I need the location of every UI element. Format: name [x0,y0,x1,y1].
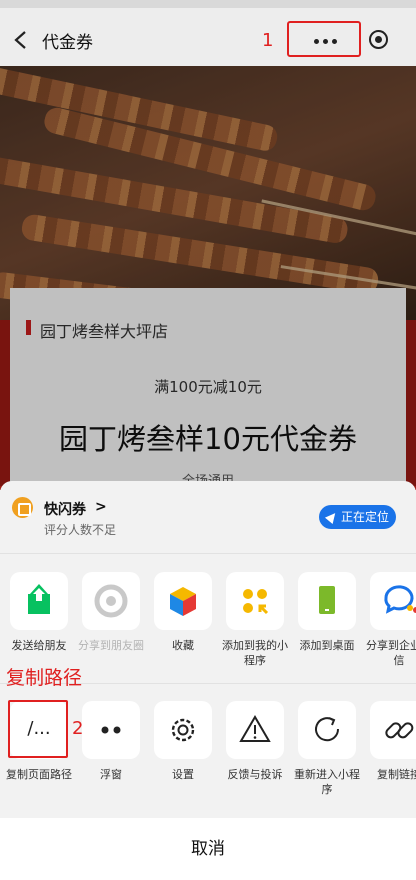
location-label: 正在定位 [341,510,390,524]
moments-icon [82,572,140,630]
page-title: 代金券 [42,33,93,53]
location-button[interactable]: 正在定位 [319,505,396,529]
option-label: 反馈与投诉 [227,768,283,781]
phone-desktop-icon [298,572,356,630]
divider [0,553,416,554]
copy-link-option[interactable]: 复制链接 [363,701,416,782]
overlay-mask[interactable] [0,66,416,486]
option-label: 发送给朋友 [11,639,67,652]
wecom-icon [370,572,416,630]
gear-icon [154,701,212,759]
back-arrow-icon[interactable] [12,30,30,50]
share-arrow-icon [10,572,68,630]
settings-option[interactable]: 设置 [147,701,219,782]
more-menu-button[interactable] [287,21,361,57]
app-logo-icon [12,497,33,518]
chevron-right-icon[interactable]: > [95,499,107,515]
option-label: 重新进入小程序 [294,768,360,796]
link-icon [370,701,416,759]
float-window-icon [82,701,140,759]
annotation-highlight-box [8,700,68,758]
favorite-cube-icon [154,572,212,630]
send-to-friend-option[interactable]: 发送给朋友 [3,572,75,653]
option-label: 添加到桌面 [299,639,355,652]
close-mini-program-icon[interactable] [369,30,388,49]
option-label: 浮窗 [100,768,122,781]
reenter-mini-program-option[interactable]: 重新进入小程序 [291,701,363,797]
more-icon-dot [332,39,337,44]
reload-icon [298,701,356,759]
more-icon [314,39,319,44]
app-rating: 评分人数不足 [44,523,117,537]
float-window-option[interactable]: 浮窗 [75,701,147,782]
feedback-option[interactable]: 反馈与投诉 [219,701,291,782]
option-label: 复制页面路径 [6,768,72,781]
warning-icon [226,701,284,759]
mini-program-info[interactable]: 快闪券 > 评分人数不足 正在定位 [0,481,416,553]
annotation-step-2: 2 [72,718,84,739]
add-to-my-mini-programs-option[interactable]: 添加到我的小程序 [219,572,291,668]
option-label: 添加到我的小程序 [222,639,288,667]
location-arrow-icon [324,509,340,525]
annotation-callout: 复制路径 [6,667,83,689]
option-label: 复制链接 [377,768,416,781]
option-label: 收藏 [172,639,194,652]
annotation-step-1: 1 [262,30,274,51]
add-to-desktop-option[interactable]: 添加到桌面 [291,572,363,653]
more-icon-dot [323,39,328,44]
cancel-button[interactable]: 取消 [0,818,416,880]
status-bar [0,0,416,8]
favorite-option[interactable]: 收藏 [147,572,219,653]
share-to-moments-option[interactable]: 分享到朋友圈 [75,572,147,653]
option-label: 设置 [172,768,194,781]
navigation-bar: 代金券 1 [0,0,416,66]
option-label: 分享到企业微信 [366,639,416,667]
option-label: 分享到朋友圈 [78,639,144,652]
share-to-wecom-option[interactable]: 分享到企业微信 [363,572,416,668]
my-mini-program-icon [226,572,284,630]
app-name[interactable]: 快闪券 [44,499,86,519]
